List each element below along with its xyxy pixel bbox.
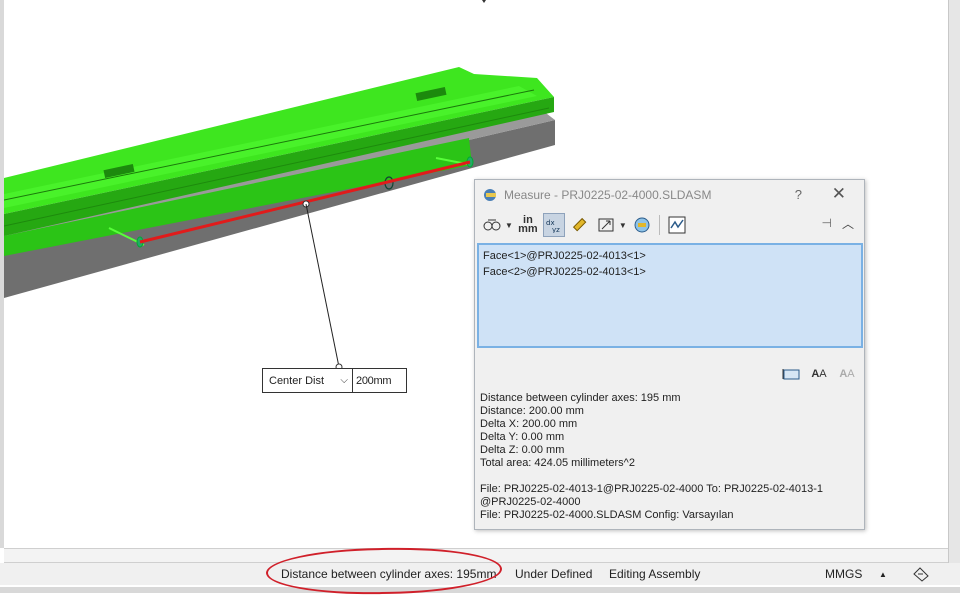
pin-icon[interactable]: ⊣ [822,216,832,230]
toolbar-separator [658,215,660,235]
measure-icon [484,189,496,201]
file-line: File: PRJ0225-02-4000.SLDASM Config: Var… [480,509,734,521]
dimension-callout[interactable]: Center Dist ⌵ 200mm [262,368,407,393]
help-button[interactable]: ? [795,187,802,202]
dimension-display-icon[interactable] [780,364,802,384]
list-item[interactable]: Face<1>@PRJ0225-02-4013<1> [483,248,857,264]
measure-titlebar[interactable]: Measure - PRJ0225-02-4000.SLDASM ? ✕ [475,180,864,210]
file-line: @PRJ0225-02-4000 [480,496,581,508]
dimension-type-label: Center Dist [269,374,325,387]
result-line: Distance between cylinder axes: 195 mm [480,392,681,404]
list-item[interactable]: Face<2>@PRJ0225-02-4013<1> [483,264,857,280]
chevron-down-icon[interactable]: ⌵ [340,375,348,386]
font-size-icon[interactable]: AA [808,364,830,384]
measure-files: File: PRJ0225-02-4013-1@PRJ0225-02-4000 … [480,483,860,522]
status-measure-text: Distance between cylinder axes: 195mm [281,567,497,581]
dimension-value: 200mm [356,374,392,387]
display-options: AA AA [780,364,858,384]
units-system[interactable]: MMGS [825,567,862,581]
status-bar: Distance between cylinder axes: 195mm Un… [0,563,960,585]
result-line: Distance: 200.00 mm [480,405,584,417]
chevron-down-icon[interactable]: ▼ [619,221,627,230]
result-line: Delta Y: 0.00 mm [480,431,565,443]
projected-on-icon[interactable] [595,213,617,237]
measure-history-icon[interactable] [631,213,653,237]
chevron-down-icon[interactable]: ▼ [505,221,513,230]
selection-list[interactable]: Face<1>@PRJ0225-02-4013<1> Face<2>@PRJ02… [477,243,863,348]
close-button[interactable]: ✕ [832,184,846,204]
show-xyz-icon[interactable]: dx yz [542,213,565,237]
measure-toolbar: ▼ in mm dx yz ▼ [475,210,864,240]
measure-title: Measure - PRJ0225-02-4000.SLDASM [504,188,712,202]
measure-results: Distance between cylinder axes: 195 mm D… [480,392,681,470]
font-size-disabled-icon: AA [839,368,855,380]
status-definition: Under Defined [515,567,593,581]
status-mode: Editing Assembly [609,567,701,581]
result-line: Delta Z: 0.00 mm [480,444,565,456]
measure-dialog[interactable]: Measure - PRJ0225-02-4000.SLDASM ? ✕ ▼ i… [474,179,865,530]
units-mm-label: mm [518,223,538,235]
customize-statusbar-icon[interactable] [912,566,930,585]
dimension-type-dropdown[interactable]: Center Dist ⌵ [263,369,353,392]
right-panel-edge [948,0,960,600]
result-line: Total area: 424.05 millimeters^2 [480,457,635,469]
cursor-mark [482,0,486,3]
file-line: File: PRJ0225-02-4013-1@PRJ0225-02-4000 … [480,483,824,495]
collapse-icon[interactable]: ︿ [842,215,854,232]
horizontal-scrollbar[interactable] [4,548,948,563]
units-menu-arrow[interactable]: ▲ [879,570,887,579]
result-line: Delta X: 200.00 mm [480,418,578,430]
svg-text:yz: yz [552,226,560,233]
create-sensor-icon[interactable] [666,213,688,237]
dimension-leader [305,203,340,368]
bottom-strip [0,585,960,600]
point-to-point-icon[interactable] [569,213,591,237]
units-precision-button[interactable]: in mm [517,213,539,237]
arc-circle-options-icon[interactable] [481,213,503,237]
